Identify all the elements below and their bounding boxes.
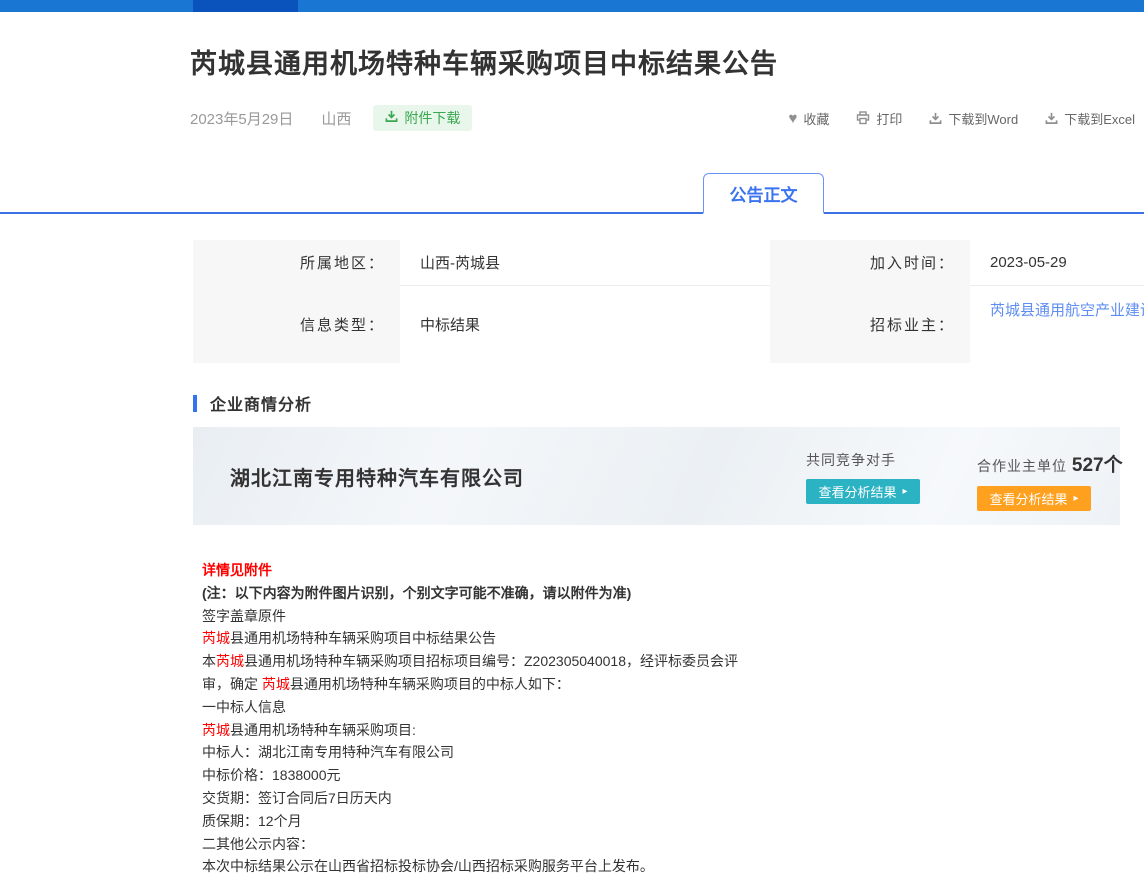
arrow-right-icon: ▸ — [902, 487, 907, 497]
article-line: 芮城县通用机场特种车辆采购项目: — [202, 719, 1144, 742]
download-word-label: 下载到Word — [948, 109, 1018, 128]
attachment-download-label: 附件下载 — [404, 108, 460, 128]
download-excel-label: 下载到Excel — [1064, 109, 1135, 128]
region-label: 山西 — [321, 108, 351, 129]
competitor-column: 共同竞争对手 查看分析结果 ▸ — [806, 427, 920, 504]
top-nav-bar — [0, 0, 1144, 12]
download-icon — [1045, 112, 1058, 125]
nav-active-item[interactable] — [193, 0, 298, 12]
owner-link[interactable]: 芮城县通用航空产业建设发 — [990, 299, 1144, 320]
download-icon — [385, 110, 398, 126]
analysis-section-header: 企业商情分析 — [193, 393, 1144, 413]
article-line: 本芮城县通用机场特种车辆采购项目招标项目编号：Z202305040018，经评标… — [202, 650, 1144, 673]
info-owner-value: 芮城县通用航空产业建设发 — [970, 285, 1144, 363]
info-time-label: 加入时间： — [770, 240, 970, 285]
info-region-value: 山西-芮城县 — [400, 240, 770, 285]
article-body: 详情见附件(注：以下内容为附件图片识别，个别文字可能不准确，请以附件为准)签字盖… — [202, 559, 1144, 878]
info-owner-label: 招标业主： — [770, 285, 970, 363]
info-region-label: 所属地区： — [193, 240, 400, 285]
view-competitor-analysis-button[interactable]: 查看分析结果 ▸ — [806, 479, 920, 504]
article-line: 交货期：签订合同后7日历天内 — [202, 787, 1144, 810]
tab-announcement-body[interactable]: 公告正文 — [703, 173, 824, 214]
view-partner-analysis-label: 查看分析结果 — [989, 489, 1067, 508]
favorite-label: 收藏 — [803, 109, 829, 128]
analysis-section-title: 企业商情分析 — [210, 391, 312, 415]
company-name: 湖北江南专用特种汽车有限公司 — [230, 427, 524, 525]
info-type-value: 中标结果 — [400, 285, 770, 363]
article-line: 一中标人信息 — [202, 696, 1144, 719]
publish-date: 2023年5月29日 — [190, 108, 293, 129]
print-label: 打印 — [876, 109, 902, 128]
article-line: 详情见附件 — [202, 559, 1144, 582]
announcement-header: 芮城县通用机场特种车辆采购项目中标结果公告 2023年5月29日 山西 附件下载… — [0, 42, 1144, 131]
article-line: 质保期：12个月 — [202, 810, 1144, 833]
page-title: 芮城县通用机场特种车辆采购项目中标结果公告 — [190, 42, 1144, 81]
article-line: 中标价格：1838000元 — [202, 764, 1144, 787]
article-line: (注：以下内容为附件图片识别，个别文字可能不准确，请以附件为准) — [202, 582, 1144, 605]
arrow-right-icon: ▸ — [1073, 494, 1078, 504]
article-line: 本次中标结果公示在山西省招标投标协会/山西招标采购服务平台上发布。 — [202, 855, 1144, 878]
download-icon — [929, 112, 942, 125]
tab-strip: 公告正文 — [0, 175, 1144, 214]
competitor-label: 共同竞争对手 — [806, 450, 920, 470]
article-line: 芮城县通用机场特种车辆采购项目中标结果公告 — [202, 627, 1144, 650]
section-accent-bar — [193, 395, 197, 412]
info-table: 所属地区： 山西-芮城县 加入时间： 2023-05-29 信息类型： 中标结果… — [193, 240, 1144, 363]
view-competitor-analysis-label: 查看分析结果 — [818, 482, 896, 501]
partner-column: 合作业主单位 527个 查看分析结果 ▸ — [977, 427, 1123, 511]
view-partner-analysis-button[interactable]: 查看分析结果 ▸ — [977, 486, 1091, 511]
printer-icon — [856, 111, 870, 125]
company-analysis-card: 湖北江南专用特种汽车有限公司 共同竞争对手 查看分析结果 ▸ 合作业主单位 52… — [193, 427, 1120, 525]
download-excel-button[interactable]: 下载到Excel — [1045, 109, 1135, 128]
print-button[interactable]: 打印 — [856, 109, 902, 128]
download-word-button[interactable]: 下载到Word — [929, 109, 1018, 128]
info-time-value: 2023-05-29 — [970, 240, 1144, 285]
heart-icon: ♥ — [788, 111, 797, 126]
action-toolbar: ♥ 收藏 打印 下载到Word 下载到Excel — [788, 109, 1135, 128]
favorite-button[interactable]: ♥ 收藏 — [788, 109, 829, 128]
meta-row: 2023年5月29日 山西 附件下载 ♥ 收藏 打印 — [190, 105, 1144, 131]
article-line: 审，确定 芮城县通用机场特种车辆采购项目的中标人如下： — [202, 673, 1144, 696]
article-line: 中标人：湖北江南专用特种汽车有限公司 — [202, 741, 1144, 764]
info-type-label: 信息类型： — [193, 285, 400, 363]
article-line: 签字盖章原件 — [202, 605, 1144, 628]
article-line: 二其他公示内容： — [202, 833, 1144, 856]
attachment-download-button[interactable]: 附件下载 — [373, 105, 472, 131]
partner-count: 527个 — [1072, 455, 1123, 476]
partner-label: 合作业主单位 527个 — [977, 450, 1123, 477]
